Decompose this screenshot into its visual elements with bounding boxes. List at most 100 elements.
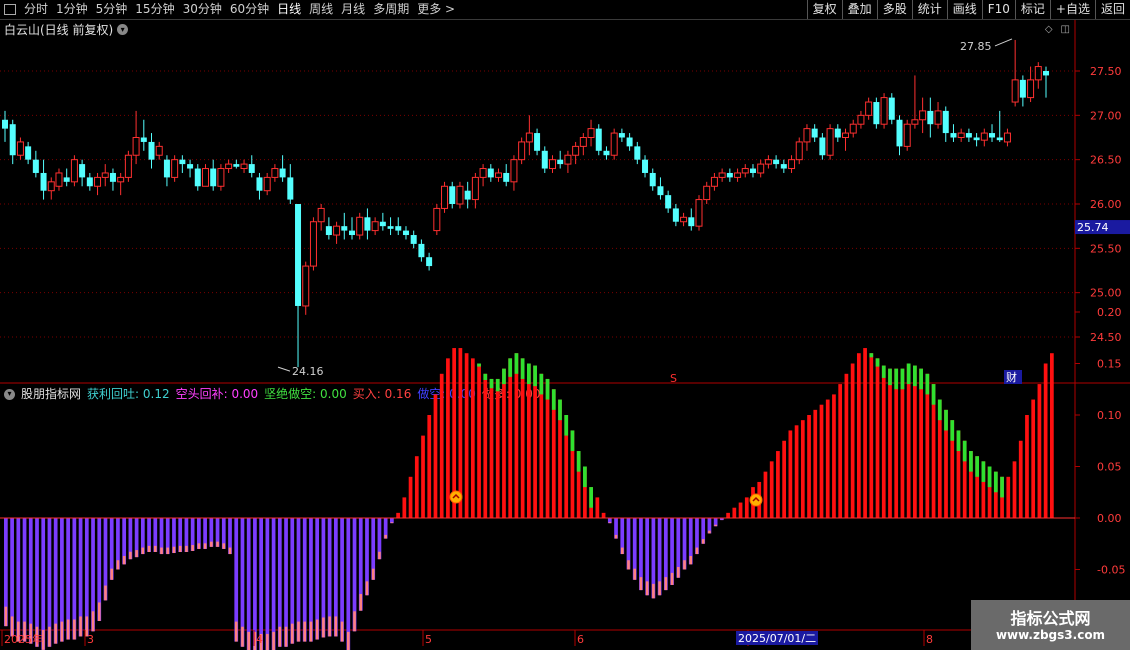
buy-bar (769, 461, 774, 518)
candle-body (402, 230, 409, 236)
cover-bar (365, 581, 369, 596)
buy-bar (1031, 399, 1036, 518)
buy-bar (520, 358, 525, 518)
candle-body (456, 185, 464, 205)
cover-bar (652, 583, 655, 599)
buy-bar (844, 373, 849, 518)
cover-bar (197, 543, 201, 549)
cover-bar (384, 534, 387, 539)
candle-body (518, 141, 526, 161)
candle-body (187, 164, 194, 169)
cover-bar (315, 619, 319, 640)
hard-short-bar (489, 378, 494, 389)
hard-short-bar (956, 430, 961, 452)
buy-bar (925, 373, 930, 518)
candle-body (426, 257, 433, 267)
indicator-bars (0, 348, 1075, 650)
buy-bar (508, 358, 513, 518)
cover-bar (645, 581, 649, 596)
cover-bar (122, 556, 126, 565)
candle-body (973, 137, 980, 141)
buy-bar (906, 363, 911, 518)
price-tick-label: 27.50 (1090, 65, 1122, 78)
buy-bar (514, 353, 519, 518)
date-axis: 2025年3456782025/07/01/二 (1, 630, 933, 646)
candle-body (888, 97, 895, 120)
cover-bar (371, 568, 375, 580)
buy-signal-icon (749, 493, 763, 507)
indicator-tick-label: 0.20 (1097, 306, 1122, 319)
candle-body (942, 110, 949, 134)
cover-bar (689, 556, 693, 565)
candle-body (510, 159, 518, 183)
buy-bar (888, 368, 892, 518)
buy-bar (1037, 384, 1042, 518)
buy-bar (427, 415, 432, 518)
cover-bar (639, 577, 643, 591)
indicator-tick-label: -0.05 (1097, 564, 1125, 577)
candle-body (680, 216, 688, 223)
candle-body (665, 195, 672, 209)
candle-body (1011, 79, 1019, 103)
buy-bar (869, 353, 874, 518)
buy-bar (894, 368, 899, 518)
candle-body (441, 185, 449, 209)
candle-body (564, 154, 572, 165)
candle-body (534, 133, 541, 151)
candle-body (287, 177, 294, 200)
chart-canvas[interactable]: 27.50 27.00 26.50 26.00 25.50 25.00 24.50 25.74… (0, 0, 1130, 650)
cover-bar (228, 547, 232, 555)
candle-body (803, 128, 811, 143)
candle-body (479, 168, 487, 178)
cover-bar (104, 585, 107, 601)
buy-bar (913, 365, 917, 518)
candle-body (865, 101, 873, 116)
hard-short-bar (508, 358, 513, 377)
candle-body (171, 159, 179, 178)
candle-body (464, 190, 471, 200)
candle-body (710, 176, 718, 187)
candle-body (903, 123, 911, 147)
candle-body (309, 221, 317, 267)
hard-short-bar (558, 399, 562, 421)
candle-body (325, 226, 332, 236)
candlestick-series (2, 39, 1049, 368)
hard-short-bar (906, 363, 911, 385)
cover-bar (66, 619, 70, 640)
candle-body (557, 159, 564, 165)
hard-short-bar (993, 471, 998, 493)
short-bar (271, 518, 276, 650)
cover-bar (340, 621, 344, 642)
candle-body (2, 119, 8, 129)
candle-body (757, 163, 765, 174)
candle-body (302, 265, 310, 307)
candle-body (642, 159, 649, 173)
buy-bar (863, 348, 867, 518)
candle-body (341, 226, 348, 231)
candle-body (634, 146, 641, 160)
s-marker: S (670, 372, 677, 385)
candle-body (240, 163, 248, 170)
high-price-label: 27.85 (960, 40, 992, 53)
buy-bar (421, 435, 425, 518)
indicator-axis: 0.200.150.100.050.00-0.05-0.10 (1075, 306, 1125, 628)
candle-body (449, 186, 456, 204)
hard-short-bar (888, 368, 892, 386)
candle-body (741, 168, 749, 174)
candle-body (9, 124, 16, 156)
candle-body (55, 172, 63, 187)
candle-body (317, 207, 325, 223)
cover-bar (378, 551, 381, 560)
buy-bar (408, 476, 413, 518)
cover-bar (160, 547, 163, 555)
cover-bar (714, 524, 717, 527)
hard-short-bar (894, 368, 899, 390)
candle-body (148, 141, 155, 160)
candle-body (587, 128, 595, 138)
buy-bar (813, 409, 818, 518)
candle-body (842, 132, 850, 138)
candle-body (826, 128, 834, 156)
candle-body (503, 172, 510, 182)
short-bar (246, 518, 251, 650)
candle-body (94, 176, 102, 187)
